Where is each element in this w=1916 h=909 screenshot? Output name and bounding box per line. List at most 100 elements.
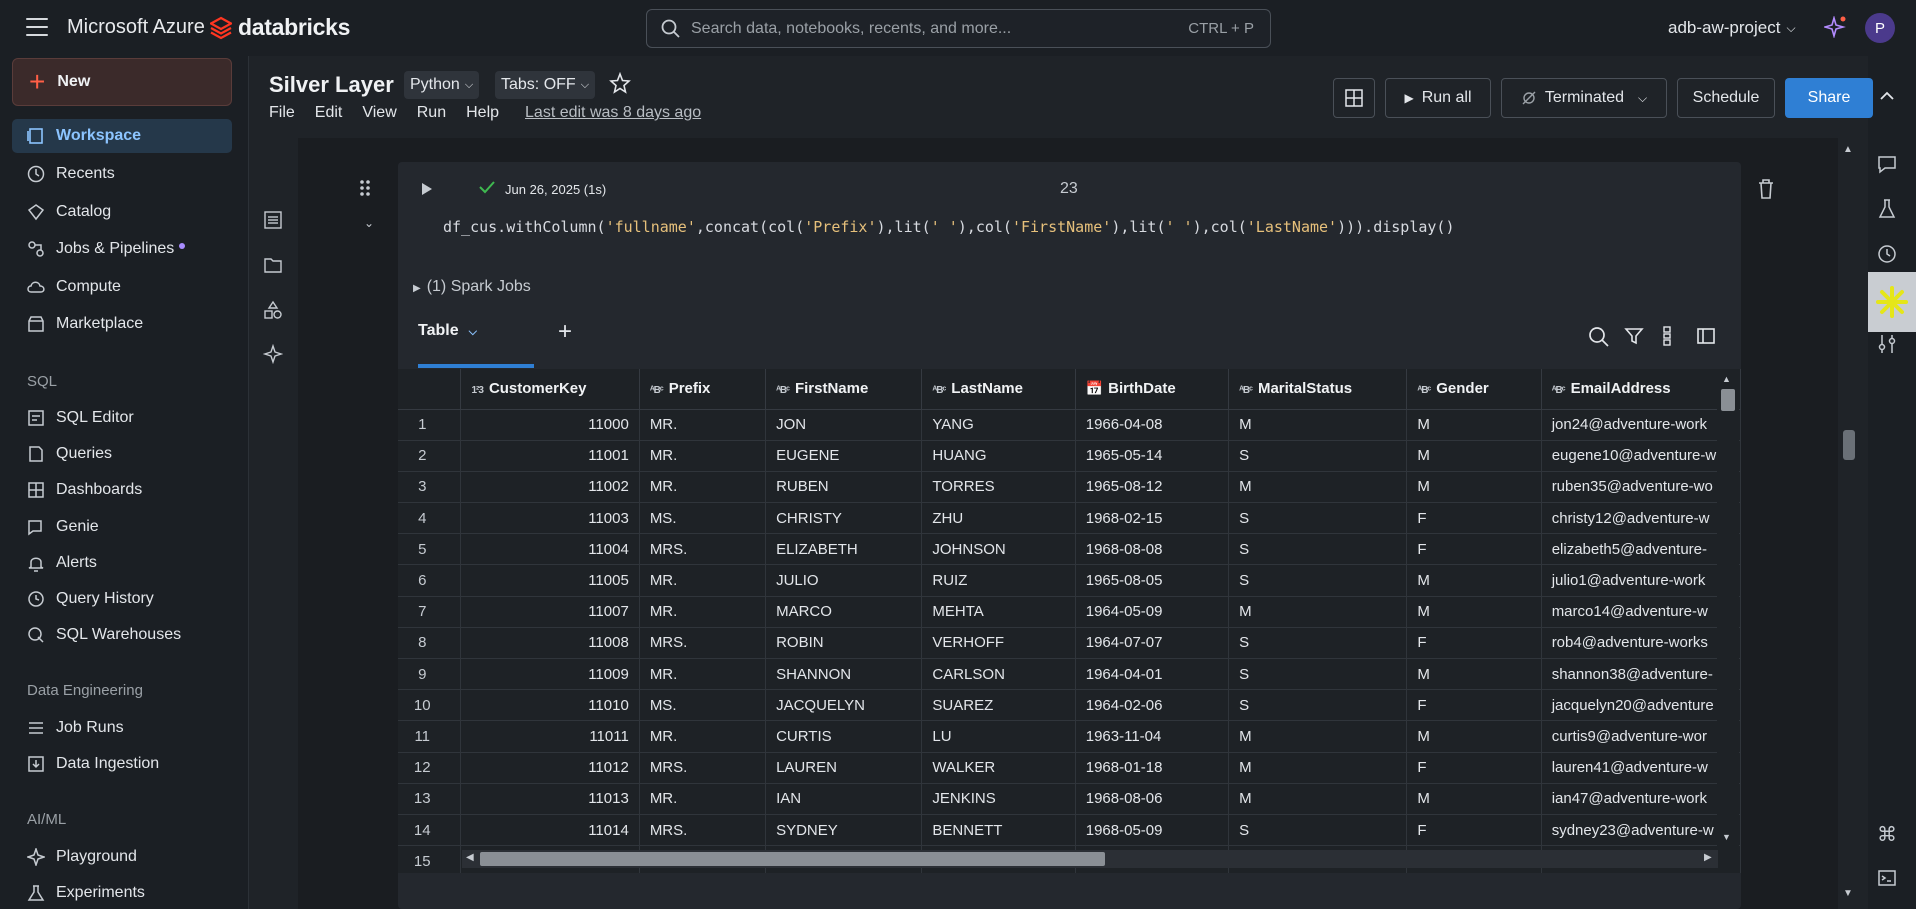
table-cell[interactable]: WALKER [921, 752, 1076, 784]
version-history-icon[interactable] [1873, 240, 1901, 268]
page-vertical-scrollbar[interactable] [1838, 140, 1860, 905]
table-row[interactable]: 6 11005 MR. JULIO RUIZ 1965-08-05 S Mjulio1@adv… [398, 564, 1741, 597]
table-row[interactable]: 12 11012 MRS. LAUREN WALKER 1968-01-18 M Flaure… [398, 752, 1741, 784]
sidebar-item-genie[interactable]: Genie [12, 510, 232, 544]
column-settings-icon[interactable] [1662, 326, 1672, 351]
table-cell[interactable]: SUAREZ [921, 689, 1076, 722]
table-cell[interactable]: M [1228, 471, 1408, 504]
table-cell[interactable]: S [1228, 627, 1408, 660]
tab-table[interactable]: Table ⌵ [418, 322, 477, 340]
sidebar-item-experiments[interactable]: Experiments [12, 876, 232, 909]
sidebar-item-alerts[interactable]: Alerts [12, 546, 232, 580]
table-cell[interactable]: F [1406, 627, 1542, 660]
last-edit-link[interactable]: Last edit was 8 days ago [525, 104, 701, 122]
column-header[interactable]: ᴬBᶜ EmailAddress [1541, 369, 1741, 410]
table-cell[interactable]: BENNETT [921, 814, 1076, 847]
table-row[interactable]: 9 11009 MR. SHANNON CARLSON 1964-04-01 S Mshann… [398, 658, 1741, 691]
menu-run[interactable]: Run [417, 104, 446, 122]
sidebar-item-jobs[interactable]: Jobs & Pipelines [12, 232, 232, 266]
table-cell[interactable]: VERHOFF [921, 627, 1076, 660]
sidebar-item-compute[interactable]: Compute [12, 270, 232, 304]
table-cell[interactable]: JOHNSON [921, 533, 1076, 566]
table-cell[interactable]: CURTIS [765, 720, 923, 753]
sidebar-item-playground[interactable]: Playground [12, 840, 232, 874]
table-cell[interactable]: 1964-05-09 [1075, 596, 1230, 628]
table-cell[interactable]: M [1228, 596, 1408, 628]
assistant-tile[interactable] [1868, 272, 1916, 332]
table-cell[interactable]: MR. [639, 658, 767, 691]
trash-icon[interactable] [1756, 178, 1776, 205]
schedule-button[interactable]: Schedule [1677, 78, 1775, 118]
table-cell[interactable]: 11002 [460, 471, 640, 504]
table-cell[interactable]: MARCO [765, 596, 923, 628]
table-cell[interactable]: IAN [765, 783, 923, 815]
table-cell[interactable]: 1964-04-01 [1075, 658, 1230, 691]
table-cell[interactable]: S [1228, 533, 1408, 566]
table-cell[interactable]: sydney23@adventure-w [1541, 814, 1741, 847]
column-header[interactable]: ᴬBᶜ MaritalStatus [1228, 369, 1408, 410]
table-cell[interactable]: LU [921, 720, 1076, 753]
run-all-button[interactable]: ▶ Run all [1385, 78, 1491, 118]
table-cell[interactable]: 11012 [460, 752, 640, 784]
table-cell[interactable]: 1965-08-12 [1075, 471, 1230, 504]
table-cell[interactable]: M [1228, 783, 1408, 815]
table-cell[interactable]: F [1406, 814, 1542, 847]
table-row[interactable]: 5 11004 MRS. ELIZABETH JOHNSON 1968-08-08 S Fel… [398, 533, 1741, 566]
sidebar-item-sql-warehouses[interactable]: SQL Warehouses [12, 618, 232, 652]
keyboard-shortcuts-icon[interactable]: ⌘ [1873, 820, 1901, 848]
table-vertical-scrollbar[interactable] [1717, 372, 1739, 846]
folder-icon[interactable] [263, 256, 285, 278]
table-cell[interactable]: F [1406, 533, 1542, 566]
table-cell[interactable]: ian47@adventure-work [1541, 783, 1741, 815]
assistant-icon[interactable] [262, 343, 285, 366]
table-cell[interactable]: EUGENE [765, 440, 923, 472]
table-cell[interactable]: MRS. [639, 627, 767, 660]
sidebar-item-data-ingestion[interactable]: Data Ingestion [12, 747, 232, 781]
scroll-right-arrow-icon[interactable]: ▶ [1704, 852, 1712, 863]
table-cell[interactable]: RUIZ [921, 564, 1076, 597]
table-cell[interactable]: JULIO [765, 564, 923, 597]
table-cell[interactable]: HUANG [921, 440, 1076, 472]
cluster-selector[interactable]: Terminated ⌵ [1501, 78, 1667, 118]
code-editor[interactable]: df_cus.withColumn('fullname',concat(col(… [443, 218, 1455, 236]
table-cell[interactable]: SHANNON [765, 658, 923, 691]
table-cell[interactable]: 1963-11-04 [1075, 720, 1230, 753]
language-selector[interactable]: Python ⌵ [404, 71, 480, 99]
table-cell[interactable]: M [1228, 752, 1408, 784]
scroll-left-arrow-icon[interactable]: ◀ [466, 852, 474, 863]
table-cell[interactable]: 11009 [460, 658, 640, 691]
new-button[interactable]: + New [12, 58, 232, 106]
table-cell[interactable]: 11011 [460, 720, 640, 753]
comments-icon[interactable] [1873, 150, 1901, 178]
table-cell[interactable]: S [1228, 502, 1408, 535]
table-row[interactable]: 7 11007 MR. MARCO MEHTA 1964-05-09 M Mmarco14@a… [398, 596, 1741, 628]
terminal-icon[interactable] [1873, 864, 1901, 892]
spark-jobs-toggle[interactable]: ▶ (1) Spark Jobs [413, 278, 531, 296]
sidebar-item-queries[interactable]: Queries [12, 437, 232, 471]
table-cell[interactable]: 1968-08-06 [1075, 783, 1230, 815]
table-cell[interactable]: MRS. [639, 814, 767, 847]
table-cell[interactable]: MR. [639, 564, 767, 597]
table-cell[interactable]: JON [765, 409, 923, 441]
sidebar-item-job-runs[interactable]: Job Runs [12, 711, 232, 745]
layout-toggle-button[interactable] [1333, 78, 1375, 118]
sidebar-panel-icon[interactable] [1696, 326, 1716, 351]
table-cell[interactable]: 1968-01-18 [1075, 752, 1230, 784]
table-cell[interactable]: M [1228, 720, 1408, 753]
table-cell[interactable]: elizabeth5@adventure- [1541, 533, 1741, 566]
table-row[interactable]: 14 11014 MRS. SYDNEY BENNETT 1968-05-09 S Fsydn… [398, 814, 1741, 847]
table-cell[interactable]: 1964-02-06 [1075, 689, 1230, 722]
sidebar-item-sql-editor[interactable]: SQL Editor [12, 401, 232, 435]
table-cell[interactable]: YANG [921, 409, 1076, 441]
experiment-icon[interactable] [1873, 195, 1901, 223]
table-cell[interactable]: 11000 [460, 409, 640, 441]
table-cell[interactable]: RUBEN [765, 471, 923, 504]
table-cell[interactable]: rob4@adventure-works [1541, 627, 1741, 660]
scroll-down-arrow-icon[interactable]: ▼ [1722, 832, 1731, 842]
sidebar-item-catalog[interactable]: Catalog [12, 195, 232, 229]
table-row[interactable]: 4 11003 MS. CHRISTY ZHU 1968-02-15 S Fchristy12… [398, 502, 1741, 535]
table-row[interactable]: 11 11011 MR. CURTIS LU 1963-11-04 M Mcurtis9@ad… [398, 720, 1741, 753]
page-vertical-scroll-thumb[interactable] [1843, 430, 1855, 460]
table-cell[interactable]: M [1406, 440, 1542, 472]
column-header[interactable]: 📅 BirthDate [1075, 369, 1230, 410]
